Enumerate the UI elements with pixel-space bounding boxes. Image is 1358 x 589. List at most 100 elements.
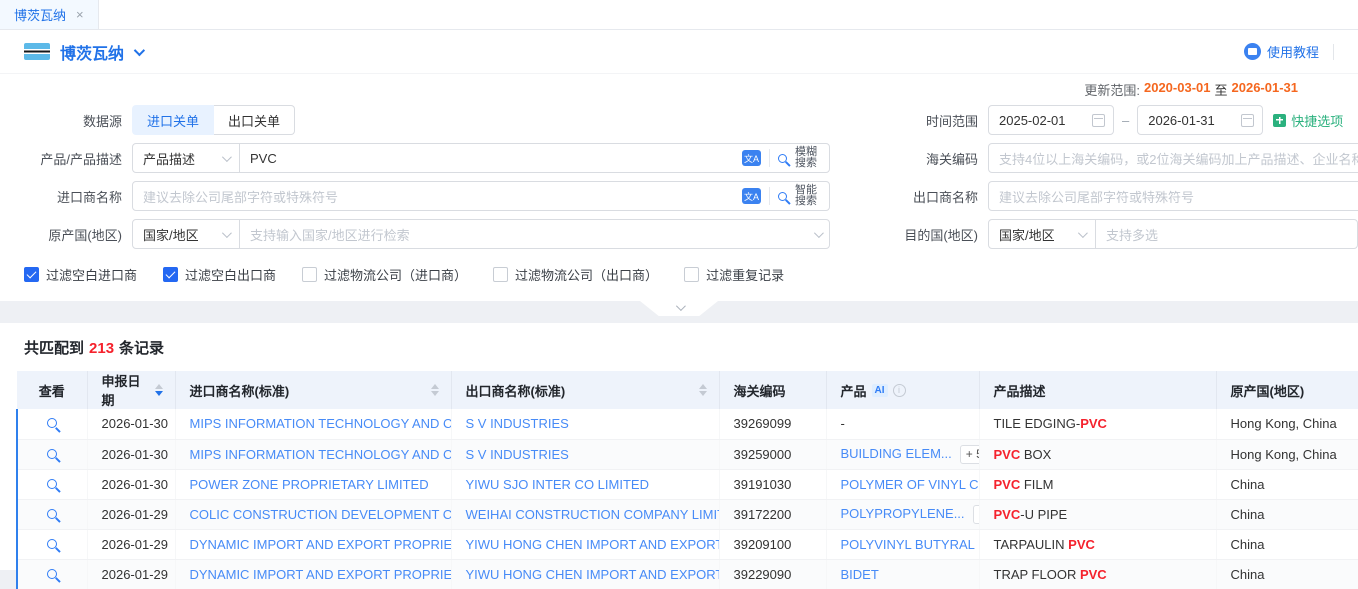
col-hs-code: 海关编码	[734, 381, 786, 400]
destination-country-label: 目的国(地区)	[830, 225, 988, 244]
exporter-link[interactable]: YIWU HONG CHEN IMPORT AND EXPORT ...	[466, 567, 720, 582]
checkbox-icon	[493, 267, 508, 282]
importer-label: 进口商名称	[0, 187, 132, 206]
sort-exporter[interactable]	[699, 384, 707, 396]
cell-hs-code: 39229090	[719, 559, 826, 589]
cell-declare-date: 2026-01-30	[87, 439, 175, 469]
tutorial-link[interactable]: 使用教程	[1244, 42, 1319, 61]
origin-country-select[interactable]: 国家/地区	[132, 219, 240, 249]
checkbox-filter-logistics-exporter[interactable]: 过滤物流公司（出口商）	[493, 265, 658, 284]
cell-origin: China	[1216, 529, 1358, 559]
checkbox-filter-blank-exporter[interactable]: 过滤空白出口商	[163, 265, 276, 284]
tab-botswana[interactable]: 博茨瓦纳 ×	[0, 0, 99, 29]
view-record-icon[interactable]	[47, 449, 57, 459]
product-link[interactable]: -	[841, 416, 845, 431]
table-row: 2026-01-29 DYNAMIC IMPORT AND EXPORT PRO…	[17, 529, 1358, 559]
pvc-highlight: PVC	[994, 507, 1021, 522]
col-product-desc: 产品描述	[994, 381, 1046, 400]
checkbox-filter-logistics-importer[interactable]: 过滤物流公司（进口商）	[302, 265, 467, 284]
view-record-icon[interactable]	[47, 418, 57, 428]
cell-origin: China	[1216, 559, 1358, 589]
view-record-icon[interactable]	[47, 509, 57, 519]
product-link[interactable]: BUILDING ELEM...	[841, 446, 952, 461]
view-record-icon[interactable]	[47, 479, 57, 489]
chevron-down-icon[interactable]	[134, 44, 145, 55]
checkbox-filter-blank-importer[interactable]: 过滤空白进口商	[24, 265, 137, 284]
panel-gap	[0, 301, 1358, 323]
product-link[interactable]: POLYMER OF VINYL C...	[841, 477, 980, 492]
start-date-input[interactable]: 2025-02-01	[988, 105, 1114, 135]
product-link[interactable]: POLYPROPYLENE...	[841, 506, 965, 521]
pvc-highlight: PVC	[994, 477, 1021, 492]
more-products-badge[interactable]: + 5	[960, 445, 979, 464]
pvc-highlight: PVC	[1068, 537, 1095, 552]
smart-search-label[interactable]: 智能搜索	[795, 185, 821, 207]
match-summary: 共匹配到213条记录	[16, 337, 1358, 358]
product-input[interactable]: PVC 文A 模糊搜索	[239, 143, 830, 173]
hs-code-input[interactable]: 支持4位以上海关编码，或2位海关编码加上产品描述、企业名称的	[988, 143, 1358, 173]
smart-search-icon[interactable]	[778, 192, 787, 201]
end-date-input[interactable]: 2026-01-31	[1137, 105, 1263, 135]
destination-country-select[interactable]: 国家/地区	[988, 219, 1096, 249]
export-declarations-button[interactable]: 出口关单	[214, 105, 295, 135]
product-type-select[interactable]: 产品描述	[132, 143, 240, 173]
exporter-link[interactable]: S V INDUSTRIES	[466, 416, 569, 431]
view-record-icon[interactable]	[47, 569, 57, 579]
importer-link[interactable]: DYNAMIC IMPORT AND EXPORT PROPRIET...	[190, 537, 452, 552]
hs-code-label: 海关编码	[830, 149, 988, 168]
exporter-link[interactable]: S V INDUSTRIES	[466, 447, 569, 462]
product-link[interactable]: BIDET	[841, 567, 879, 582]
cell-hs-code: 39172200	[719, 499, 826, 529]
sort-importer[interactable]	[431, 384, 439, 396]
chevron-down-icon	[675, 301, 685, 311]
sort-declare-date[interactable]	[155, 384, 163, 396]
info-icon[interactable]	[893, 384, 906, 397]
exporter-link[interactable]: YIWU HONG CHEN IMPORT AND EXPORT ...	[466, 537, 720, 552]
col-exporter: 出口商名称(标准)	[466, 381, 566, 400]
exporter-link[interactable]: YIWU SJO INTER CO LIMITED	[466, 477, 649, 492]
update-range: 更新范围: 2020-03-01 至 2026-01-31	[0, 80, 1358, 99]
exporter-link[interactable]: WEIHAI CONSTRUCTION COMPANY LIMITED	[466, 507, 720, 522]
pvc-highlight: PVC	[994, 447, 1021, 462]
importer-link[interactable]: MIPS INFORMATION TECHNOLOGY AND C...	[190, 447, 452, 462]
checkbox-icon	[24, 267, 39, 282]
importer-link[interactable]: DYNAMIC IMPORT AND EXPORT PROPRIET...	[190, 567, 452, 582]
more-products-badge[interactable]: + 2	[973, 505, 979, 524]
product-link[interactable]: POLYVINYL BUTYRAL	[841, 537, 975, 552]
ai-badge: AI	[872, 384, 888, 397]
col-origin: 原产国(地区)	[1231, 381, 1305, 400]
quick-options-link[interactable]: 快捷选项	[1273, 111, 1343, 130]
checkbox-filter-duplicate-records[interactable]: 过滤重复记录	[684, 265, 784, 284]
checkbox-icon	[684, 267, 699, 282]
botswana-flag-icon	[24, 43, 50, 60]
col-product: 产品	[841, 381, 867, 400]
origin-country-input[interactable]: 支持输入国家/地区进行检索	[239, 219, 830, 249]
update-start-date: 2020-03-01	[1144, 80, 1211, 99]
view-record-icon[interactable]	[47, 539, 57, 549]
time-range-label: 时间范围	[830, 111, 988, 130]
importer-link[interactable]: POWER ZONE PROPRIETARY LIMITED	[190, 477, 429, 492]
exporter-input[interactable]: 建议去除公司尾部字符或特殊符号	[988, 181, 1358, 211]
page-title: 博茨瓦纳	[60, 40, 124, 64]
book-icon	[1244, 43, 1261, 60]
cell-product-desc: PVC-U PIPE	[979, 499, 1216, 529]
importer-input[interactable]: 建议去除公司尾部字符或特殊符号 文A 智能搜索	[132, 181, 830, 211]
fuzzy-search-icon[interactable]	[778, 154, 787, 163]
close-icon[interactable]: ×	[76, 8, 84, 21]
importer-link[interactable]: COLIC CONSTRUCTION DEVELOPMENT CO ...	[190, 507, 452, 522]
importer-link[interactable]: MIPS INFORMATION TECHNOLOGY AND C...	[190, 416, 452, 431]
cell-declare-date: 2026-01-29	[87, 559, 175, 589]
cell-hs-code: 39191030	[719, 469, 826, 499]
collapse-filters-button[interactable]	[640, 301, 718, 316]
cell-product-desc: TILE EDGING-PVC	[979, 409, 1216, 439]
translate-icon[interactable]: 文A	[742, 150, 761, 166]
destination-country-input[interactable]: 支持多选	[1095, 219, 1358, 249]
cell-declare-date: 2026-01-29	[87, 499, 175, 529]
translate-icon[interactable]: 文A	[742, 188, 761, 204]
import-declarations-button[interactable]: 进口关单	[132, 105, 214, 135]
fuzzy-search-label[interactable]: 模糊搜索	[795, 147, 821, 169]
col-importer: 进口商名称(标准)	[190, 381, 290, 400]
chevron-down-icon	[222, 228, 232, 238]
col-view: 查看	[39, 381, 65, 400]
tab-bar: 博茨瓦纳 ×	[0, 0, 1358, 30]
